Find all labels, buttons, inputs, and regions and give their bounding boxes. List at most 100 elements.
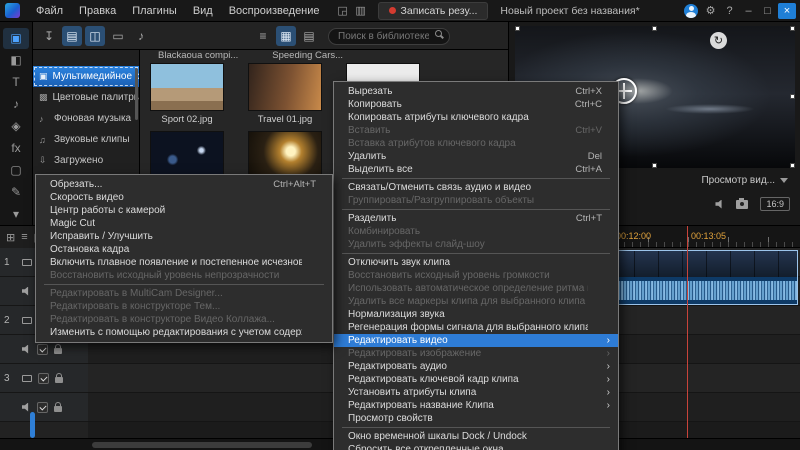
context-menu-item[interactable]: Комбинировать bbox=[334, 225, 618, 238]
submenu-item[interactable]: Редактировать в конструкторе Видео Колла… bbox=[36, 313, 332, 326]
media-thumbnail[interactable] bbox=[248, 131, 322, 179]
library-category-item[interactable]: ♪ Фоновая музыка bbox=[33, 108, 139, 129]
library-category-item[interactable]: ▩ Цветовые палитры bbox=[33, 87, 139, 108]
library-category-item[interactable]: ⇩ Загружено bbox=[33, 150, 139, 171]
menubar-tool-icon[interactable]: ◲ bbox=[334, 4, 352, 17]
media-thumbnail[interactable] bbox=[150, 63, 224, 111]
submenu-item[interactable]: Включить плавное появление и постепенное… bbox=[36, 256, 332, 269]
submenu-item[interactable]: Изменить с помощью редактирования с учет… bbox=[36, 326, 332, 339]
selection-handle[interactable] bbox=[790, 26, 795, 31]
submenu-item[interactable]: Magic Cut bbox=[36, 217, 332, 230]
toolbar-icon[interactable]: ↧ bbox=[39, 26, 59, 46]
context-menu-item[interactable]: Восстановить исходный уровень громкости bbox=[334, 269, 618, 282]
menubar-item[interactable]: Файл bbox=[28, 0, 71, 22]
room-icon[interactable]: ◧ bbox=[3, 50, 29, 71]
submenu-item[interactable]: Скорость видео bbox=[36, 191, 332, 204]
view-toggle-icon[interactable]: ≡ bbox=[253, 26, 273, 46]
track-enable-checkbox[interactable] bbox=[37, 402, 48, 413]
context-menu-item[interactable]: Использовать автоматическое определение … bbox=[334, 282, 618, 295]
toolbar-icon[interactable]: ▭ bbox=[108, 26, 128, 46]
snapshot-icon[interactable] bbox=[736, 200, 748, 209]
context-menu-item[interactable]: Окно временной шкалы Dock / Undock bbox=[334, 430, 618, 443]
context-menu-item[interactable]: Группировать/Разгруппировать объекты bbox=[334, 194, 618, 207]
submenu-item[interactable]: Редактировать в MultiCam Designer... bbox=[36, 287, 332, 300]
rotate-icon[interactable]: ↻ bbox=[710, 32, 727, 49]
context-menu-item[interactable]: Удалить все маркеры клипа для выбранного… bbox=[334, 295, 618, 308]
submenu-item[interactable]: Центр работы с камерой bbox=[36, 204, 332, 217]
volume-icon[interactable] bbox=[715, 200, 724, 209]
context-menu-item[interactable]: Редактировать изображение › bbox=[334, 347, 618, 360]
library-category-item[interactable]: ♫ Звуковые клипы bbox=[33, 129, 139, 150]
context-menu-item[interactable] bbox=[342, 178, 610, 179]
context-menu-item[interactable]: Удалить эффекты слайд-шоу bbox=[334, 238, 618, 251]
context-menu-item[interactable]: Копировать атрибуты ключевого кадра bbox=[334, 111, 618, 124]
context-menu-item[interactable]: Редактировать видео › bbox=[334, 334, 618, 347]
aspect-ratio-selector[interactable]: 16:9 bbox=[760, 197, 790, 211]
menubar-item[interactable]: Плагины bbox=[124, 0, 185, 22]
window-control-icon[interactable]: ⚙ bbox=[702, 3, 719, 19]
room-icon[interactable]: fx bbox=[3, 137, 29, 158]
context-menu-item[interactable]: Установить атрибуты клипа › bbox=[334, 386, 618, 399]
submenu-item[interactable]: Восстановить исходный уровень непрозрачн… bbox=[36, 269, 332, 282]
selection-handle[interactable] bbox=[790, 163, 795, 168]
context-menu-item[interactable]: Удалить Del bbox=[334, 150, 618, 163]
track-enable-checkbox[interactable] bbox=[38, 373, 49, 384]
window-control-icon[interactable]: □ bbox=[759, 3, 776, 19]
context-menu-item[interactable]: Сбросить все открепленные окна bbox=[334, 443, 618, 450]
library-category-item[interactable]: ▣ Мультимедийное со... bbox=[33, 66, 139, 87]
room-icon[interactable]: ✎ bbox=[3, 181, 29, 202]
track-lock-icon[interactable] bbox=[55, 377, 63, 383]
window-control-icon[interactable]: – bbox=[740, 3, 757, 19]
menubar-item[interactable]: Воспроизведение bbox=[221, 0, 328, 22]
account-avatar[interactable] bbox=[684, 4, 698, 18]
context-menu-item[interactable]: Отключить звук клипа bbox=[334, 256, 618, 269]
toolbar-icon[interactable]: ♪ bbox=[131, 26, 151, 46]
scrollbar-thumb[interactable] bbox=[92, 442, 312, 448]
room-icon[interactable]: ▾ bbox=[3, 203, 29, 224]
track-lock-icon[interactable] bbox=[54, 348, 62, 354]
track-enable-checkbox[interactable] bbox=[37, 344, 48, 355]
window-control-icon[interactable]: ? bbox=[721, 3, 738, 19]
view-toggle-icon[interactable]: ▤ bbox=[299, 26, 319, 46]
submenu-item[interactable]: Редактировать в конструкторе Тем... bbox=[36, 300, 332, 313]
context-menu-item[interactable]: Регенерация формы сигнала для выбранного… bbox=[334, 321, 618, 334]
context-menu-item[interactable]: Выделить все Ctrl+A bbox=[334, 163, 618, 176]
context-menu-item[interactable]: Связать/Отменить связь аудио и видео bbox=[334, 181, 618, 194]
preview-mode-dropdown[interactable]: Просмотр вид... bbox=[701, 175, 775, 186]
selection-handle[interactable] bbox=[790, 94, 795, 99]
media-thumbnail[interactable] bbox=[248, 63, 322, 111]
toolbar-icon[interactable]: ▤ bbox=[62, 26, 82, 46]
room-icon[interactable]: ♪ bbox=[3, 94, 29, 115]
menubar-item[interactable]: Вид bbox=[185, 0, 221, 22]
context-menu-item[interactable] bbox=[342, 253, 610, 254]
context-menu-item[interactable]: Редактировать название Клипа › bbox=[334, 399, 618, 412]
track-lock-icon[interactable] bbox=[54, 406, 62, 412]
media-thumbnail[interactable] bbox=[150, 131, 224, 179]
room-icon[interactable]: ▣ bbox=[3, 28, 29, 49]
context-menu-item[interactable]: Редактировать ключевой кадр клипа › bbox=[334, 373, 618, 386]
room-icon[interactable]: ◈ bbox=[3, 116, 29, 137]
room-icon[interactable]: ▢ bbox=[3, 159, 29, 180]
submenu-item[interactable]: Остановка кадра bbox=[36, 243, 332, 256]
track-scrollbar[interactable] bbox=[30, 412, 35, 438]
context-menu-item[interactable]: Вырезать Ctrl+X bbox=[334, 85, 618, 98]
submenu-item[interactable] bbox=[44, 284, 324, 285]
context-menu-item[interactable] bbox=[342, 427, 610, 428]
menubar-tool-icon[interactable]: ▥ bbox=[352, 4, 370, 17]
context-menu-item[interactable]: Просмотр свойств bbox=[334, 412, 618, 425]
window-control-icon[interactable]: × bbox=[778, 3, 796, 19]
toolbar-icon[interactable]: ◫ bbox=[85, 26, 105, 46]
context-menu-item[interactable]: Нормализация звука bbox=[334, 308, 618, 321]
timeline-tool-icon[interactable]: ⊞ bbox=[6, 231, 15, 244]
menubar-item[interactable]: Правка bbox=[71, 0, 124, 22]
context-menu-item[interactable]: Разделить Ctrl+T bbox=[334, 212, 618, 225]
view-toggle-icon[interactable]: ▦ bbox=[276, 26, 296, 46]
selection-handle[interactable] bbox=[652, 26, 657, 31]
submenu-item[interactable]: Обрезать... Ctrl+Alt+T bbox=[36, 178, 332, 191]
submenu-item[interactable]: Исправить / Улучшить bbox=[36, 230, 332, 243]
timeline-tool-icon[interactable]: ≡ bbox=[21, 231, 27, 243]
context-menu-item[interactable] bbox=[342, 209, 610, 210]
selection-handle[interactable] bbox=[515, 26, 520, 31]
context-menu-item[interactable]: Вставка атрибутов ключевого кадра bbox=[334, 137, 618, 150]
record-button[interactable]: Записать резу... bbox=[378, 2, 489, 20]
